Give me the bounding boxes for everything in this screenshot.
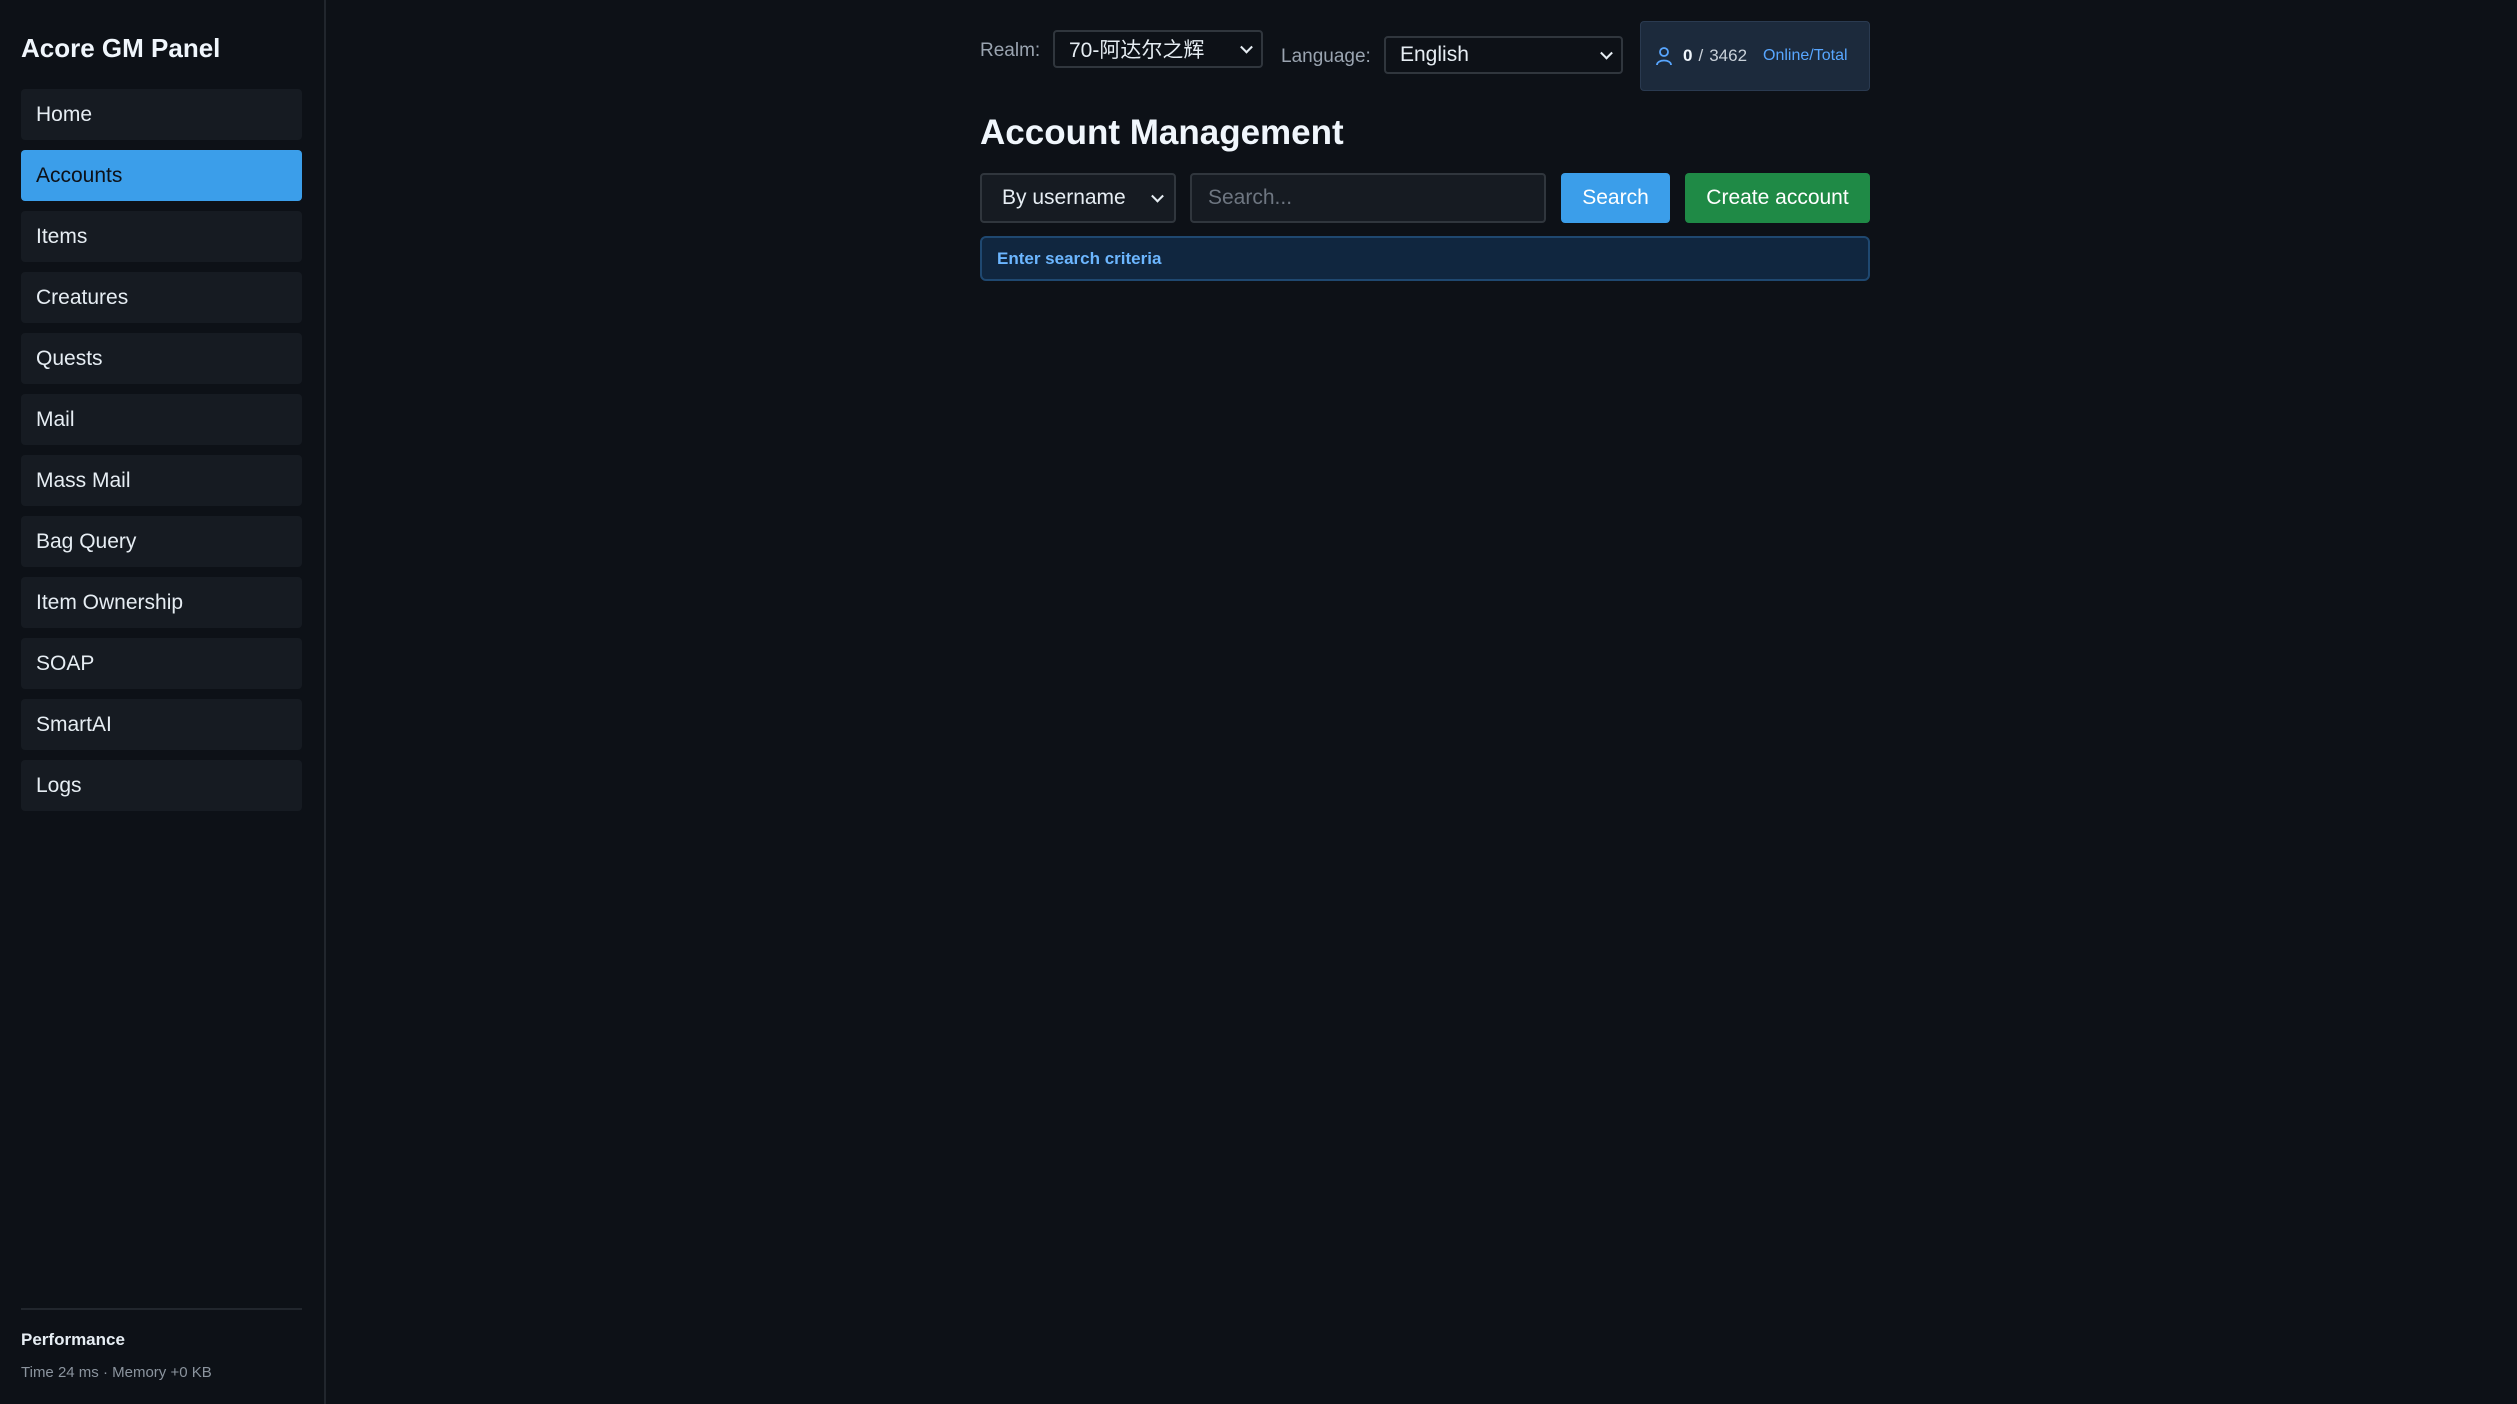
sidebar-item-mass-mail[interactable]: Mass Mail <box>21 455 302 506</box>
sidebar-item-bag-query[interactable]: Bag Query <box>21 516 302 567</box>
online-stats-badge: 0 / 3462 Online/Total <box>1640 21 1870 91</box>
info-alert: Enter search criteria <box>980 236 1870 281</box>
sidebar-item-items[interactable]: Items <box>21 211 302 262</box>
search-button[interactable]: Search <box>1561 173 1670 223</box>
chevron-down-icon <box>1240 40 1253 54</box>
total-count: 3462 <box>1709 46 1748 65</box>
sidebar-item-quests[interactable]: Quests <box>21 333 302 384</box>
user-icon <box>1656 47 1672 66</box>
chevron-down-icon <box>1600 46 1613 60</box>
create-account-button[interactable]: Create account <box>1685 173 1870 223</box>
search-type-value: By username <box>1002 186 1126 209</box>
performance-panel: Performance Time 24 ms · Memory +0 KB <box>21 1308 302 1381</box>
chevron-down-icon <box>1151 189 1164 203</box>
sidebar-item-creatures[interactable]: Creatures <box>21 272 302 323</box>
performance-title: Performance <box>21 1330 125 1349</box>
sidebar-item-soap[interactable]: SOAP <box>21 638 302 689</box>
online-count: 0 <box>1683 46 1693 65</box>
app-title: Acore GM Panel <box>21 33 221 63</box>
stats-separator: / <box>1698 46 1704 65</box>
search-input[interactable] <box>1190 173 1546 223</box>
language-select[interactable]: English <box>1384 36 1623 74</box>
realm-label: Realm: <box>980 40 1041 61</box>
sidebar-item-home[interactable]: Home <box>21 89 302 140</box>
sidebar-item-logs[interactable]: Logs <box>21 760 302 811</box>
search-toolbar: By username Search Create account <box>980 173 1870 223</box>
sidebar-item-smartai[interactable]: SmartAI <box>21 699 302 750</box>
sidebar-item-mail[interactable]: Mail <box>21 394 302 445</box>
realm-value: 70-阿达尔之辉 <box>1069 39 1205 62</box>
performance-stats: Time 24 ms · Memory +0 KB <box>21 1364 212 1381</box>
sidebar-item-item-ownership[interactable]: Item Ownership <box>21 577 302 628</box>
language-value: English <box>1400 43 1469 66</box>
search-type-select[interactable]: By username <box>980 173 1176 223</box>
app: Acore GM Panel Home Accounts Items Creat… <box>0 0 2517 1404</box>
sidebar-nav: Home Accounts Items Creatures Quests Mai… <box>21 89 302 821</box>
sidebar-item-accounts[interactable]: Accounts <box>21 150 302 201</box>
stats-caption: Online/Total <box>1763 47 1848 64</box>
sidebar: Acore GM Panel Home Accounts Items Creat… <box>0 0 326 1404</box>
top-bar: Realm: 70-阿达尔之辉 Language: English 0 / 34… <box>980 21 1870 91</box>
page-title: Account Management <box>980 113 1344 152</box>
realm-select[interactable]: 70-阿达尔之辉 <box>1053 30 1263 68</box>
language-label: Language: <box>1281 46 1371 67</box>
